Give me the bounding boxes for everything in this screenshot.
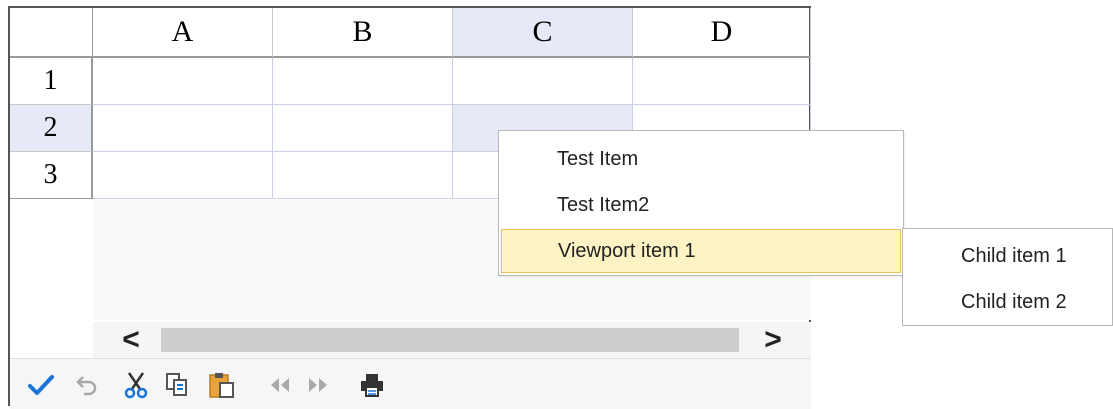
scroll-left-button[interactable]: < xyxy=(111,322,151,358)
submenu-item-label: Child item 1 xyxy=(961,244,1067,267)
cell-b3[interactable] xyxy=(273,152,453,199)
submenu-item-label: Child item 2 xyxy=(961,290,1067,313)
column-header-a[interactable]: A xyxy=(93,8,273,58)
column-header-b[interactable]: B xyxy=(273,8,453,58)
menu-item-test-item2[interactable]: Test Item2 xyxy=(501,183,901,227)
cell-b1[interactable] xyxy=(273,58,453,105)
rewind-icon[interactable] xyxy=(264,371,296,399)
cell-b2[interactable] xyxy=(273,105,453,152)
toolbar xyxy=(10,358,811,409)
menu-item-label: Test Item2 xyxy=(557,193,650,216)
horizontal-scrollbar[interactable]: < > xyxy=(93,322,811,358)
row-header-1[interactable]: 1 xyxy=(10,58,93,105)
submenu-item-child-2[interactable]: Child item 2 xyxy=(903,279,1112,325)
menu-item-test-item[interactable]: Test Item xyxy=(501,137,901,181)
cut-icon[interactable] xyxy=(120,371,152,399)
context-menu: Test Item Test Item2 Viewport item 1 xyxy=(498,130,904,276)
cell-a2[interactable] xyxy=(93,105,273,152)
menu-item-label: Viewport item 1 xyxy=(558,239,696,262)
menu-item-viewport-item-1[interactable]: Viewport item 1 xyxy=(501,229,901,273)
cell-a3[interactable] xyxy=(93,152,273,199)
undo-icon[interactable] xyxy=(72,371,102,399)
copy-icon[interactable] xyxy=(162,371,192,399)
print-icon[interactable] xyxy=(356,371,388,399)
paste-icon[interactable] xyxy=(206,371,238,399)
column-header-d[interactable]: D xyxy=(633,8,811,58)
chevron-left-icon: < xyxy=(122,323,140,356)
menu-item-label: Test Item xyxy=(557,147,639,170)
column-header-c[interactable]: C xyxy=(453,8,633,58)
row-header-3[interactable]: 3 xyxy=(10,152,93,199)
cell-d1[interactable] xyxy=(633,58,811,105)
fast-forward-icon[interactable] xyxy=(302,371,334,399)
scroll-thumb[interactable] xyxy=(161,328,739,352)
chevron-right-icon: > xyxy=(764,323,782,356)
row-header-2[interactable]: 2 xyxy=(10,105,93,152)
row-header-empty-area xyxy=(10,200,93,370)
cell-a1[interactable] xyxy=(93,58,273,105)
check-icon[interactable] xyxy=(26,371,56,399)
corner-cell[interactable] xyxy=(10,8,93,58)
scroll-right-button[interactable]: > xyxy=(753,322,793,358)
submenu-item-child-1[interactable]: Child item 1 xyxy=(903,233,1112,279)
cell-c1[interactable] xyxy=(453,58,633,105)
context-submenu: Child item 1 Child item 2 xyxy=(902,228,1113,326)
